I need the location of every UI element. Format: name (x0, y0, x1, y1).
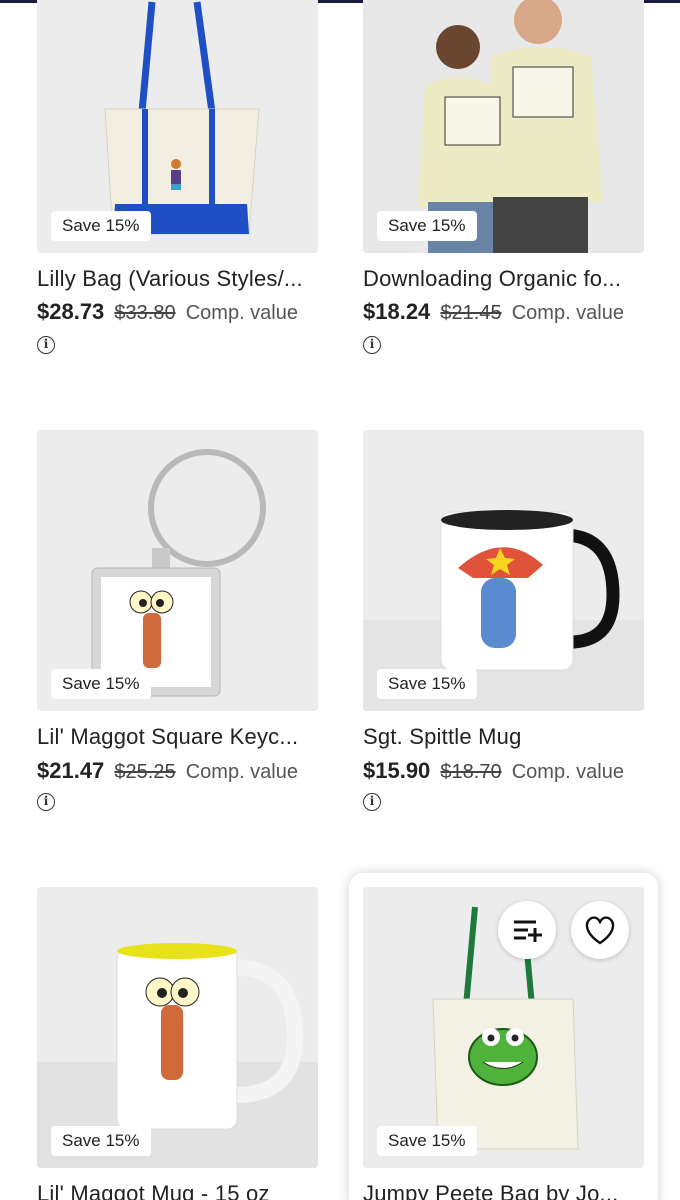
save-badge: Save 15% (51, 1126, 151, 1156)
info-icon[interactable]: i (363, 793, 381, 811)
product-title[interactable]: Lilly Bag (Various Styles/... (37, 266, 327, 292)
product-image-tote-bag[interactable]: Save 15% (37, 0, 318, 253)
add-to-list-button[interactable] (498, 901, 556, 959)
current-price: $21.47 (37, 758, 105, 783)
product-title[interactable]: Jumpy Peete Bag by Jo... (363, 1181, 653, 1200)
save-badge: Save 15% (377, 1126, 477, 1156)
info-icon[interactable]: i (363, 336, 381, 354)
product-title[interactable]: Downloading Organic fo... (363, 266, 653, 292)
current-price: $15.90 (363, 758, 431, 783)
current-price: $28.73 (37, 299, 105, 324)
product-card-jumpy-peete-bag[interactable]: Save 15% Jumpy Peete Bag by Jo... (349, 873, 658, 1200)
product-price: $15.90 $18.70 Comp. value (363, 758, 624, 784)
product-price: $21.47 $25.25 Comp. value (37, 758, 298, 784)
product-image-mug[interactable]: Save 15% (363, 430, 644, 711)
product-image-mug[interactable]: Save 15% (37, 887, 318, 1168)
save-badge: Save 15% (377, 211, 477, 241)
save-badge: Save 15% (51, 669, 151, 699)
save-badge: Save 15% (51, 211, 151, 241)
info-icon[interactable]: i (37, 793, 55, 811)
comp-value-label: Comp. value (185, 302, 298, 324)
save-badge: Save 15% (377, 669, 477, 699)
original-price: $33.80 (114, 302, 176, 324)
comp-value-label: Comp. value (185, 761, 298, 783)
current-price: $18.24 (363, 299, 431, 324)
product-image-keychain[interactable]: Save 15% (37, 430, 318, 711)
product-title[interactable]: Sgt. Spittle Mug (363, 724, 653, 750)
comp-value-label: Comp. value (511, 302, 624, 324)
original-price: $21.45 (440, 302, 502, 324)
heart-icon (585, 916, 615, 945)
product-image-tshirts[interactable]: Save 15% (363, 0, 644, 253)
product-title[interactable]: Lil' Maggot Square Keyc... (37, 724, 327, 750)
product-price: $28.73 $33.80 Comp. value (37, 299, 298, 325)
favorite-button[interactable] (571, 901, 629, 959)
original-price: $25.25 (114, 761, 176, 783)
product-title[interactable]: Lil' Maggot Mug - 15 oz (37, 1181, 327, 1200)
product-price: $18.24 $21.45 Comp. value (363, 299, 624, 325)
info-icon[interactable]: i (37, 336, 55, 354)
comp-value-label: Comp. value (511, 761, 624, 783)
original-price: $18.70 (440, 761, 502, 783)
add-to-list-icon (514, 920, 542, 942)
